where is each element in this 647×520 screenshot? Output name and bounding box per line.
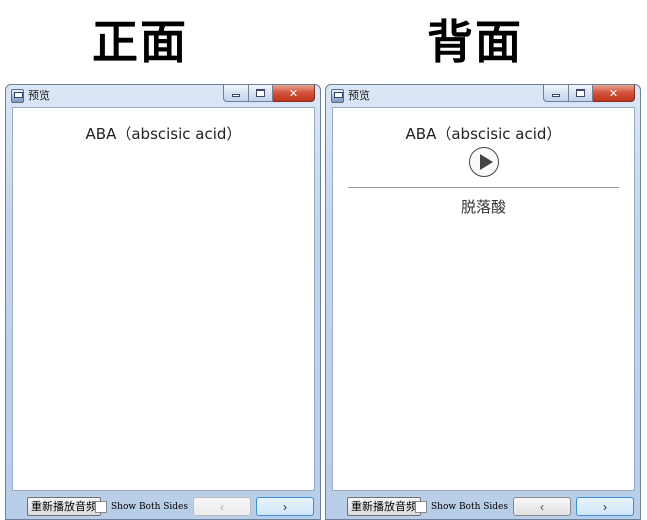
bottom-toolbar: 重新播放音频 Show Both Sides ‹ ›	[326, 491, 640, 519]
chevron-left-icon: ‹	[540, 499, 544, 514]
preview-window-back: 预览 ✕ ABA（abscisic acid） 脱落酸 重新播放音频 Show …	[325, 84, 641, 520]
next-card-button[interactable]: ›	[256, 497, 314, 516]
close-button[interactable]: ✕	[593, 85, 635, 102]
chevron-right-icon: ›	[603, 499, 607, 514]
show-both-sides-label: Show Both Sides	[431, 501, 509, 512]
replay-audio-button[interactable]: 重新播放音频	[27, 497, 101, 516]
replay-audio-button[interactable]: 重新播放音频	[347, 497, 421, 516]
front-side-label: 正面	[92, 15, 188, 69]
next-card-button[interactable]: ›	[576, 497, 634, 516]
back-side-label: 背面	[427, 15, 523, 69]
show-both-sides-toggle[interactable]: Show Both Sides	[95, 499, 188, 514]
app-window-icon	[331, 89, 344, 103]
app-window-icon	[11, 89, 24, 103]
window-title: 预览	[28, 89, 50, 102]
minimize-button[interactable]	[543, 85, 569, 102]
show-both-sides-toggle[interactable]: Show Both Sides	[415, 499, 508, 514]
maximize-button[interactable]	[249, 85, 273, 102]
window-title: 预览	[348, 89, 370, 102]
card-front-text: ABA（abscisic acid）	[85, 125, 242, 143]
close-button[interactable]: ✕	[273, 85, 315, 102]
answer-divider	[348, 187, 619, 188]
previous-card-button[interactable]: ‹	[193, 497, 251, 516]
show-both-sides-checkbox[interactable]	[415, 500, 427, 513]
minimize-button[interactable]	[223, 85, 249, 102]
show-both-sides-label: Show Both Sides	[111, 501, 189, 512]
maximize-icon	[576, 89, 585, 97]
maximize-icon	[256, 89, 265, 97]
play-audio-button[interactable]	[468, 147, 499, 177]
preview-window-front: 预览 ✕ ABA（abscisic acid） 重新播放音频 Show Both…	[5, 84, 321, 520]
show-both-sides-checkbox[interactable]	[95, 500, 107, 513]
previous-card-button[interactable]: ‹	[513, 497, 571, 516]
close-icon: ✕	[288, 86, 299, 100]
minimize-icon	[552, 94, 560, 97]
minimize-icon	[232, 94, 240, 97]
card-front-text: ABA（abscisic acid）	[405, 125, 562, 143]
card-back-text: 脱落酸	[460, 198, 506, 216]
bottom-toolbar: 重新播放音频 Show Both Sides ‹ ›	[6, 491, 320, 519]
card-preview-area: ABA（abscisic acid）	[12, 107, 315, 491]
card-preview-area: ABA（abscisic acid） 脱落酸	[332, 107, 635, 491]
window-controls: ✕	[543, 85, 635, 103]
chevron-left-icon: ‹	[220, 499, 224, 514]
title-bar[interactable]: 预览 ✕	[6, 85, 320, 107]
close-icon: ✕	[608, 86, 619, 100]
chevron-right-icon: ›	[283, 499, 287, 514]
title-bar[interactable]: 预览 ✕	[326, 85, 640, 107]
window-controls: ✕	[223, 85, 315, 103]
maximize-button[interactable]	[569, 85, 593, 102]
